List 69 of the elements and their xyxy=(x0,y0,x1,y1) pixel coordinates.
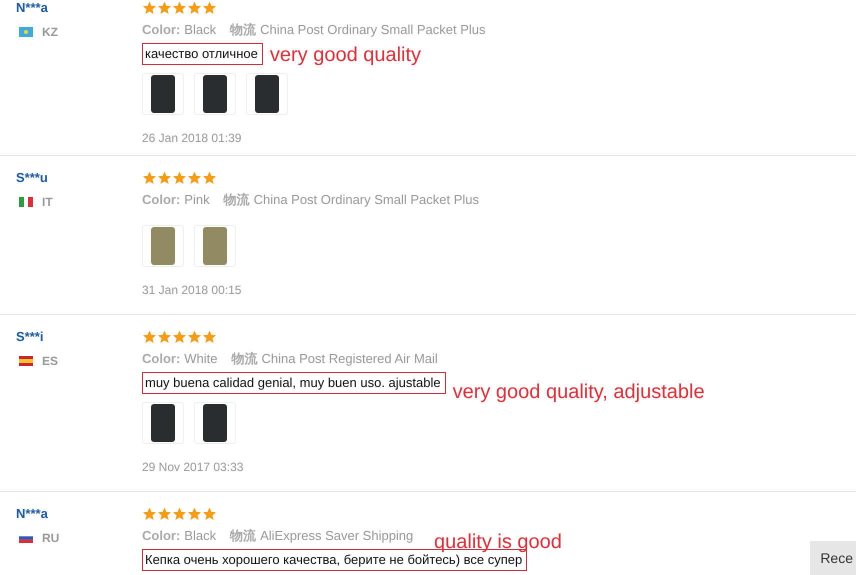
country-code: ES xyxy=(42,354,58,368)
photo-thumbnail[interactable] xyxy=(246,73,288,115)
flag-icon xyxy=(16,197,36,207)
photo-thumbnail[interactable] xyxy=(194,225,236,267)
photo-placeholder xyxy=(151,404,175,442)
color-label: Color: xyxy=(142,22,180,37)
star-icon xyxy=(142,171,157,185)
star-icon xyxy=(202,171,217,185)
review-date: 26 Jan 2018 01:39 xyxy=(142,130,242,146)
star-icon xyxy=(187,171,202,185)
country-code: KZ xyxy=(42,25,58,39)
translation-note: very good quality xyxy=(270,43,422,67)
photo-placeholder xyxy=(203,75,227,113)
shipping-method: China Post Registered Air Mail xyxy=(262,351,438,366)
star-icon xyxy=(202,507,217,521)
shipping-label: 物流 xyxy=(224,192,250,207)
star-icon xyxy=(187,1,202,15)
reviewer-name[interactable]: N***a xyxy=(16,0,142,16)
photo-placeholder xyxy=(151,75,175,113)
photo-placeholder xyxy=(203,404,227,442)
color-value: Black xyxy=(184,528,216,543)
shipping-method: China Post Ordinary Small Packet Plus xyxy=(254,192,480,207)
country-code: RU xyxy=(42,531,60,545)
star-icon xyxy=(187,330,202,344)
translation-note: very good quality, adjustable xyxy=(452,380,705,404)
star-icon xyxy=(202,1,217,15)
photo-thumbnail[interactable] xyxy=(194,73,236,115)
shipping-method: China Post Ordinary Small Packet Plus xyxy=(260,22,486,37)
star-icon xyxy=(142,507,157,521)
color-value: Black xyxy=(184,22,216,37)
shipping-label: 物流 xyxy=(232,351,258,366)
country-code: IT xyxy=(42,195,53,209)
reviewer-name[interactable]: S***i xyxy=(16,329,142,345)
review-comment: качество отличное xyxy=(142,43,263,65)
flag-icon xyxy=(16,27,36,37)
color-label: Color: xyxy=(142,351,180,366)
star-icon xyxy=(157,507,172,521)
star-icon xyxy=(157,330,172,344)
photo-placeholder xyxy=(255,75,279,113)
star-icon xyxy=(187,507,202,521)
shipping-label: 物流 xyxy=(230,22,256,37)
star-icon xyxy=(172,507,187,521)
star-icon xyxy=(157,1,172,15)
review-date: 31 Jan 2018 00:15 xyxy=(142,282,242,298)
star-icon xyxy=(172,330,187,344)
photo-thumbnail[interactable] xyxy=(142,402,184,444)
color-value: White xyxy=(184,351,218,366)
reviewer-name[interactable]: N***a xyxy=(16,506,142,522)
shipping-label: 物流 xyxy=(230,528,256,543)
review-date: 29 Nov 2017 03:33 xyxy=(142,459,244,475)
photo-thumbnail[interactable] xyxy=(194,402,236,444)
corner-button[interactable]: Rece xyxy=(810,541,856,575)
reviewer-name[interactable]: S***u xyxy=(16,170,142,186)
star-icon xyxy=(142,330,157,344)
star-icon xyxy=(142,1,157,15)
color-label: Color: xyxy=(142,192,180,207)
color-value: Pink xyxy=(184,192,210,207)
flag-icon xyxy=(16,356,36,366)
star-icon xyxy=(172,171,187,185)
photo-placeholder xyxy=(203,227,227,265)
photo-thumbnail[interactable] xyxy=(142,73,184,115)
shipping-method: AliExpress Saver Shipping xyxy=(260,528,414,543)
color-label: Color: xyxy=(142,528,180,543)
star-icon xyxy=(157,171,172,185)
star-icon xyxy=(202,330,217,344)
review-comment: muy buena calidad genial, muy buen uso. ajustable xyxy=(142,372,446,394)
photo-placeholder xyxy=(151,227,175,265)
photo-thumbnail[interactable] xyxy=(142,225,184,267)
star-icon xyxy=(172,1,187,15)
